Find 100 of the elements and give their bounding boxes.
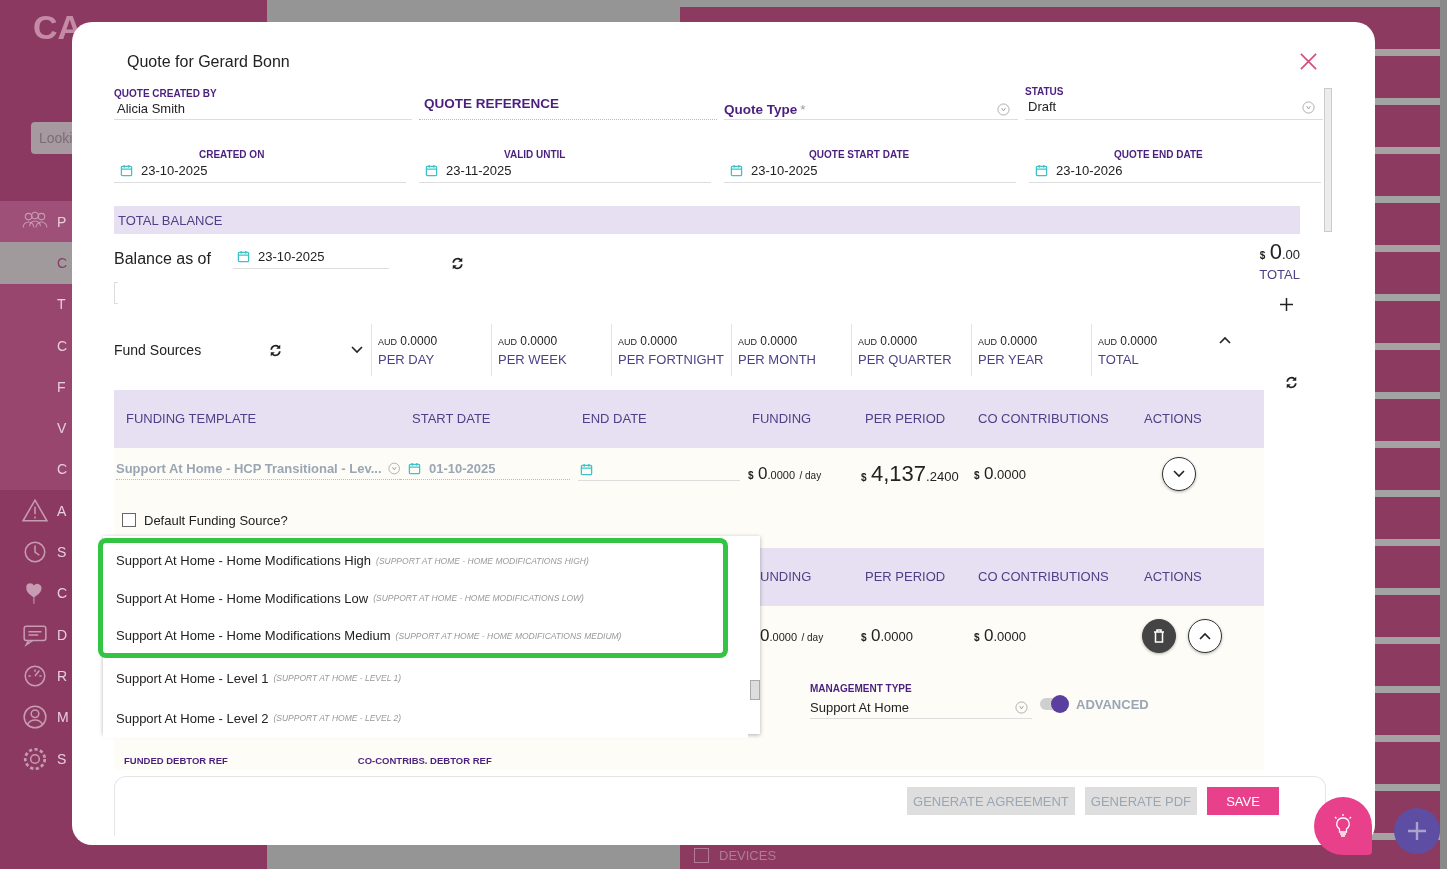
date-field[interactable]: 23-10-2026 (1056, 163, 1123, 178)
column-header: PER PERIOD (864, 410, 947, 428)
gear-icon[interactable] (22, 745, 48, 772)
dropdown-option[interactable]: Support At Home - Home Modifications Low (SUPPORT AT HOME - HOME MODIFICATIONS LOW) (98, 578, 728, 618)
chevron-up-icon[interactable] (1219, 336, 1231, 344)
nav-item[interactable]: F (57, 378, 66, 395)
amount-text: $ 0.0000 (860, 627, 914, 644)
field-label: FUNDED DEBTOR REF (124, 755, 228, 766)
lightbulb-icon (1333, 814, 1353, 838)
nav-item[interactable]: S (57, 750, 67, 767)
stat-label: PER MONTH (738, 351, 817, 367)
amount-text: $ 0.0000 (973, 465, 1027, 482)
amount-text: 0.0000 / day (759, 627, 824, 644)
dialog-title: Quote for Gerard Bonn (127, 53, 290, 71)
nav-item[interactable]: D (57, 626, 68, 643)
dropdown-icon[interactable] (1015, 701, 1028, 714)
user-icon[interactable] (22, 704, 48, 731)
calendar-icon[interactable] (120, 164, 133, 177)
expand-button[interactable] (1162, 457, 1196, 491)
column-header: CO CONTRIBUTIONS (977, 410, 1110, 428)
stat-value: AUD 0.0000 (858, 333, 919, 348)
chevron-down-icon[interactable] (1173, 470, 1185, 478)
nav-item[interactable]: A (57, 502, 67, 519)
column-header: CO CONTRIBUTIONS (977, 568, 1110, 586)
stat-value: AUD 0.0000 (378, 333, 439, 348)
calendar-icon[interactable] (408, 461, 421, 475)
nav-item[interactable]: C (57, 461, 68, 478)
column-header: ACTIONS (1143, 410, 1203, 428)
warning-icon[interactable] (22, 497, 48, 524)
toggle-switch[interactable] (1040, 698, 1068, 710)
refresh-icon[interactable] (1283, 374, 1300, 391)
dropdown-option[interactable]: Support At Home - Level 2 (SUPPORT AT HOME - LEVEL 2) (103, 698, 748, 738)
stat-label: PER DAY (378, 351, 436, 367)
calendar-icon[interactable] (425, 164, 438, 177)
amount-text: $ 0.0000 / day (747, 465, 822, 482)
dropdown-icon[interactable] (997, 103, 1010, 116)
stat-value: AUD 0.0000 (978, 333, 1039, 348)
field-label: QUOTE CREATED BY (114, 88, 218, 99)
nav-item[interactable]: V (57, 420, 67, 437)
stat-label: PER WEEK (498, 351, 568, 367)
nav-item[interactable]: S (57, 544, 67, 560)
collapse-button[interactable] (1188, 619, 1222, 653)
stat-value: AUD 0.0000 (738, 333, 799, 348)
select-field[interactable]: Draft (1028, 99, 1057, 114)
field-label: MANAGEMENT TYPE (810, 683, 913, 694)
calendar-icon[interactable] (730, 164, 743, 177)
field-label: CREATED ON (198, 148, 266, 162)
chevron-down-icon[interactable] (351, 346, 363, 354)
dropdown-option[interactable]: Support At Home - Home Modifications High (SUPPORT AT HOME - HOME MODIFICATIONS HIGH) (98, 538, 728, 578)
calendar-icon[interactable] (236, 250, 250, 263)
nav-item[interactable]: C (57, 337, 68, 354)
date-field[interactable]: 23-11-2025 (446, 163, 512, 178)
trash-icon (1153, 629, 1165, 643)
input-field[interactable]: Alicia Smith (117, 101, 412, 116)
select-field[interactable]: Quote Type * (724, 102, 806, 117)
section-header: TOTAL BALANCE (114, 206, 1300, 234)
stat-label: PER FORTNIGHT (618, 351, 725, 367)
nav-item[interactable]: C (57, 254, 68, 271)
field-label: STATUS (1025, 86, 1065, 97)
calendar-icon[interactable] (1035, 164, 1048, 177)
amount-text: $ 0.0000 (973, 627, 1027, 644)
balance-label: Balance as of (114, 250, 211, 268)
nav-item[interactable]: P (57, 213, 67, 230)
column-header: PER PERIOD (864, 568, 947, 586)
select-field[interactable]: Support At Home (810, 700, 909, 715)
chevron-up-icon[interactable] (1199, 632, 1211, 640)
scrollbar[interactable] (750, 680, 760, 700)
action-button[interactable]: SAVE (1207, 787, 1279, 815)
scrollbar[interactable] (1324, 88, 1332, 232)
date-field[interactable]: 23-10-2025 (257, 249, 325, 264)
delete-button[interactable] (1142, 619, 1176, 653)
plus-icon (1407, 821, 1427, 841)
date-field[interactable]: 23-10-2025 (751, 163, 818, 178)
dropdown-icon[interactable] (387, 461, 400, 475)
toggle-label: ADVANCED (1076, 696, 1149, 712)
checkbox[interactable] (694, 848, 709, 863)
nav-item[interactable]: C (57, 585, 68, 602)
stat-value: AUD 0.0000 (618, 333, 679, 348)
date-field[interactable]: 23-10-2025 (141, 163, 208, 178)
nav-item[interactable]: T (57, 296, 66, 313)
dropdown-icon[interactable] (1302, 100, 1315, 114)
column-header: FUNDING TEMPLATE (125, 410, 258, 428)
field-label: CO-CONTRIBS. DEBTOR REF (357, 755, 492, 766)
stat-value: AUD 0.0000 (1098, 333, 1159, 348)
stat-label: PER QUARTER (858, 351, 953, 367)
nav-item[interactable]: M (57, 709, 69, 726)
input-field[interactable]: QUOTE REFERENCE (424, 96, 717, 111)
plus-icon[interactable] (1280, 298, 1293, 311)
nav-item[interactable]: R (57, 667, 68, 684)
column-header: FUNDING (751, 410, 813, 428)
scrollbar[interactable] (1440, 0, 1447, 869)
checkbox[interactable] (122, 513, 136, 527)
stat-label: TOTAL (1098, 351, 1140, 367)
calendar-icon[interactable] (580, 463, 593, 476)
amount-text: $ 0.00 (1258, 239, 1300, 265)
stat-label: PER YEAR (978, 351, 1045, 367)
amount-text: $ 4,137.2400 (860, 467, 959, 484)
clock-icon[interactable] (22, 539, 48, 565)
close-icon[interactable] (1299, 51, 1318, 71)
dropdown-option[interactable]: Support At Home - Home Modifications Medium (SUPPORT AT HOME - HOME MODIFICATIONS MEDIUM) (98, 618, 728, 658)
